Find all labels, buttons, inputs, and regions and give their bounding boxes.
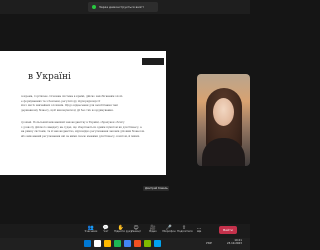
taskbar-app-icon[interactable] [134, 240, 141, 247]
toolbar-item-label: Підняти руку [114, 230, 133, 233]
slide-paragraph-2: грошей. Польський виконавчий законодавст… [21, 121, 145, 139]
sharing-indicator-label: Зараз демонструється вміст [99, 5, 144, 9]
clock-date: 23.10.2023 [227, 242, 242, 246]
toolbar-item[interactable]: ⇪ Поділитися [177, 225, 193, 237]
toolbar-item[interactable]: 🎥 Відео [146, 225, 160, 237]
shared-slide: в Україні зокрема, торгівлею. Основна си… [0, 51, 166, 175]
slide-paragraph-1: зокрема, торгівлею. Основна система в кр… [21, 95, 141, 113]
taskbar-app-icon[interactable] [84, 240, 91, 247]
participant-face [213, 98, 234, 126]
taskbar-app-icon[interactable] [104, 240, 111, 247]
slide-line: державному бізнесу, щоб виконувати ці ді… [21, 108, 114, 112]
leave-button[interactable]: Вийти [219, 226, 237, 234]
toolbar-item[interactable]: ✋ Підняти руку [114, 225, 133, 237]
presenter-name-label: Дмитрий Коваль [143, 186, 169, 191]
participant-video-tile[interactable] [197, 74, 250, 166]
slide-control-bar[interactable] [142, 58, 164, 65]
slide-title: в Україні [28, 72, 71, 82]
taskbar-app-icon[interactable] [114, 240, 121, 247]
toolbar-item[interactable]: 👥 Учасники [84, 225, 98, 237]
taskbar-app-icon[interactable] [144, 240, 151, 247]
toolbar-item[interactable]: 💬 Чат [99, 225, 113, 237]
taskbar-app-icon[interactable] [154, 240, 161, 247]
tray-language[interactable]: УКР [206, 241, 212, 245]
toolbar-item[interactable]: ☺ Реакції [129, 225, 143, 237]
sharing-status-dot [92, 5, 96, 9]
sharing-indicator[interactable]: Зараз демонструється вміст [88, 2, 158, 12]
toolbar-item-label: Ще [196, 230, 202, 233]
taskbar-app-icon[interactable] [94, 240, 101, 247]
toolbar-item-label: Чат [103, 230, 109, 233]
toolbar-item-label: Поділитися [177, 230, 193, 233]
taskbar-app-icon[interactable] [124, 240, 131, 247]
toolbar-item-label: Учасники [84, 230, 98, 233]
taskbar-clock[interactable]: 10:21 23.10.2023 [227, 239, 242, 245]
toolbar-item-label: Мікрофон [162, 230, 176, 233]
toolbar-item[interactable]: … Ще [192, 225, 206, 237]
toolbar-item-label: Відео [149, 230, 157, 233]
meeting-top-bar: Зараз демонструється вміст [0, 0, 250, 14]
toolbar-item-label: Реакції [131, 230, 141, 233]
toolbar-item[interactable]: 🎤 Мікрофон [162, 225, 176, 237]
slide-line: зокрема, торгівлею. Основна система в кр… [21, 95, 124, 98]
slide-line: або виконаний регулювання які за ними св… [21, 134, 141, 138]
